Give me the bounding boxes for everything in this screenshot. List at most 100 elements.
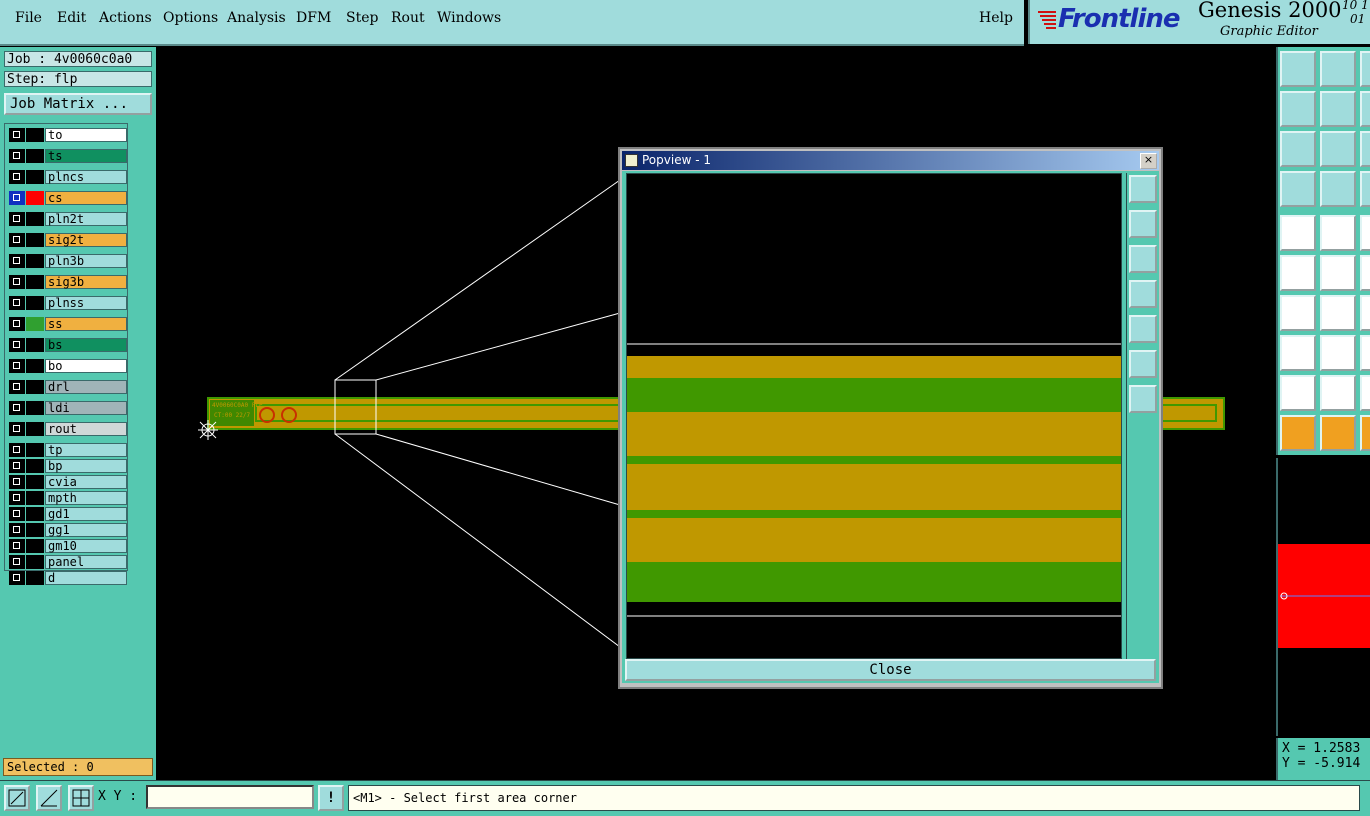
pan-left-icon[interactable] xyxy=(1280,91,1316,127)
layer-row-gg1[interactable]: gg1 xyxy=(9,523,127,537)
layer-row-panel[interactable]: panel xyxy=(9,555,127,569)
menu-dfm[interactable]: DFM xyxy=(296,10,331,26)
layer-checkbox[interactable] xyxy=(9,523,25,537)
layer-checkbox[interactable] xyxy=(9,317,25,331)
layer-row-plnss[interactable]: plnss xyxy=(9,296,127,310)
snap-icon[interactable] xyxy=(1360,171,1370,207)
pan-down-icon[interactable] xyxy=(1129,245,1157,273)
tool-icon[interactable] xyxy=(1360,131,1370,167)
layer-color-swatch[interactable] xyxy=(26,507,44,521)
layer-row-sig3b[interactable]: sig3b xyxy=(9,275,127,289)
layer-color-swatch[interactable] xyxy=(26,359,44,373)
layer-checkbox[interactable] xyxy=(9,401,25,415)
line-icon[interactable] xyxy=(1320,295,1356,331)
layer-name[interactable]: to xyxy=(45,128,127,142)
close-icon[interactable]: × xyxy=(1140,153,1157,169)
layer-row-drl[interactable]: drl xyxy=(9,380,127,394)
layer-checkbox[interactable] xyxy=(9,443,25,457)
layer-checkbox[interactable] xyxy=(9,212,25,226)
layer-name[interactable]: gg1 xyxy=(45,523,127,537)
layer-color-swatch[interactable] xyxy=(26,401,44,415)
layer-name[interactable]: bo xyxy=(45,359,127,373)
menu-step[interactable]: Step xyxy=(346,10,378,26)
layer-row-d[interactable]: d xyxy=(9,571,127,585)
layer-name[interactable]: tp xyxy=(45,443,127,457)
layer-color-swatch[interactable] xyxy=(26,539,44,553)
layer-row-pln3b[interactable]: pln3b xyxy=(9,254,127,268)
pan-right-icon[interactable] xyxy=(1129,315,1157,343)
layer-row-ldi[interactable]: ldi xyxy=(9,401,127,415)
snap-grid-icon[interactable] xyxy=(68,785,94,811)
tool-icon[interactable] xyxy=(1360,215,1370,251)
layer-checkbox[interactable] xyxy=(9,459,25,473)
measure-icon[interactable] xyxy=(36,785,62,811)
layer-row-bp[interactable]: bp xyxy=(9,459,127,473)
minimap[interactable] xyxy=(1276,458,1370,736)
layer-name[interactable]: panel xyxy=(45,555,127,569)
layer-checkbox[interactable] xyxy=(9,491,25,505)
tool-icon[interactable] xyxy=(1360,295,1370,331)
pan-left-icon[interactable] xyxy=(1129,280,1157,308)
triangle-icon[interactable] xyxy=(1280,375,1316,411)
tool-icon[interactable] xyxy=(1360,255,1370,291)
layer-checkbox[interactable] xyxy=(9,149,25,163)
job-matrix-button[interactable]: Job Matrix ... xyxy=(4,93,152,115)
popview-viewport[interactable] xyxy=(626,173,1122,659)
layer-name[interactable]: d xyxy=(45,571,127,585)
layer-checkbox[interactable] xyxy=(9,359,25,373)
layer-color-swatch[interactable] xyxy=(26,422,44,436)
layer-color-swatch[interactable] xyxy=(26,523,44,537)
layer-color-swatch[interactable] xyxy=(26,491,44,505)
zoom-reset-icon[interactable] xyxy=(1129,175,1157,203)
zoom-area-icon[interactable] xyxy=(4,785,30,811)
layer-checkbox[interactable] xyxy=(9,422,25,436)
layer-checkbox[interactable] xyxy=(9,380,25,394)
layer-name[interactable]: ldi xyxy=(45,401,127,415)
layer-row-to[interactable]: to xyxy=(9,128,127,142)
menu-analysis[interactable]: Analysis xyxy=(227,10,286,26)
layer-color-swatch[interactable] xyxy=(26,459,44,473)
page-left-icon[interactable] xyxy=(1360,51,1370,87)
layer-name[interactable]: cvia xyxy=(45,475,127,489)
select-area-icon[interactable] xyxy=(1320,215,1356,251)
layer-checkbox[interactable] xyxy=(9,475,25,489)
zoom-out-icon[interactable] xyxy=(1129,350,1157,378)
layer-checkbox[interactable] xyxy=(9,191,25,205)
layer-row-mpth[interactable]: mpth xyxy=(9,491,127,505)
layer-checkbox[interactable] xyxy=(9,338,25,352)
layer-name[interactable]: rout xyxy=(45,422,127,436)
measure-icon[interactable] xyxy=(1320,335,1356,371)
menu-windows[interactable]: Windows xyxy=(437,10,501,26)
grid-icon[interactable] xyxy=(1320,171,1356,207)
layer-name[interactable]: ts xyxy=(45,149,127,163)
tool-icon[interactable] xyxy=(1360,91,1370,127)
delta-icon[interactable] xyxy=(1320,375,1356,411)
layer-row-ts[interactable]: ts xyxy=(9,149,127,163)
layer-color-swatch[interactable] xyxy=(26,191,44,205)
layer-checkbox[interactable] xyxy=(9,296,25,310)
layer-color-swatch[interactable] xyxy=(26,212,44,226)
layer-name[interactable]: plnss xyxy=(45,296,127,310)
menu-edit[interactable]: Edit xyxy=(57,10,86,26)
layer-checkbox[interactable] xyxy=(9,571,25,585)
zoom-home-icon[interactable] xyxy=(1320,131,1356,167)
layer-checkbox[interactable] xyxy=(9,275,25,289)
layer-row-rout[interactable]: rout xyxy=(9,422,127,436)
layer-row-sig2t[interactable]: sig2t xyxy=(9,233,127,247)
select-feature-icon[interactable] xyxy=(1280,215,1316,251)
abort-button[interactable]: ! xyxy=(318,785,344,811)
pointer-icon[interactable] xyxy=(1280,415,1316,451)
pan-right-icon[interactable] xyxy=(1320,91,1356,127)
layer-row-bs[interactable]: bs xyxy=(9,338,127,352)
layer-name[interactable]: sig2t xyxy=(45,233,127,247)
layer-row-pln2t[interactable]: pln2t xyxy=(9,212,127,226)
layer-name[interactable]: bp xyxy=(45,459,127,473)
layer-color-swatch[interactable] xyxy=(26,275,44,289)
layer-name[interactable]: cs xyxy=(45,191,127,205)
layer-row-ss[interactable]: ss xyxy=(9,317,127,331)
layer-color-swatch[interactable] xyxy=(26,380,44,394)
layer-color-swatch[interactable] xyxy=(26,338,44,352)
pointer-active-icon[interactable] xyxy=(1320,415,1356,451)
layer-name[interactable]: gd1 xyxy=(45,507,127,521)
layer-row-tp[interactable]: tp xyxy=(9,443,127,457)
